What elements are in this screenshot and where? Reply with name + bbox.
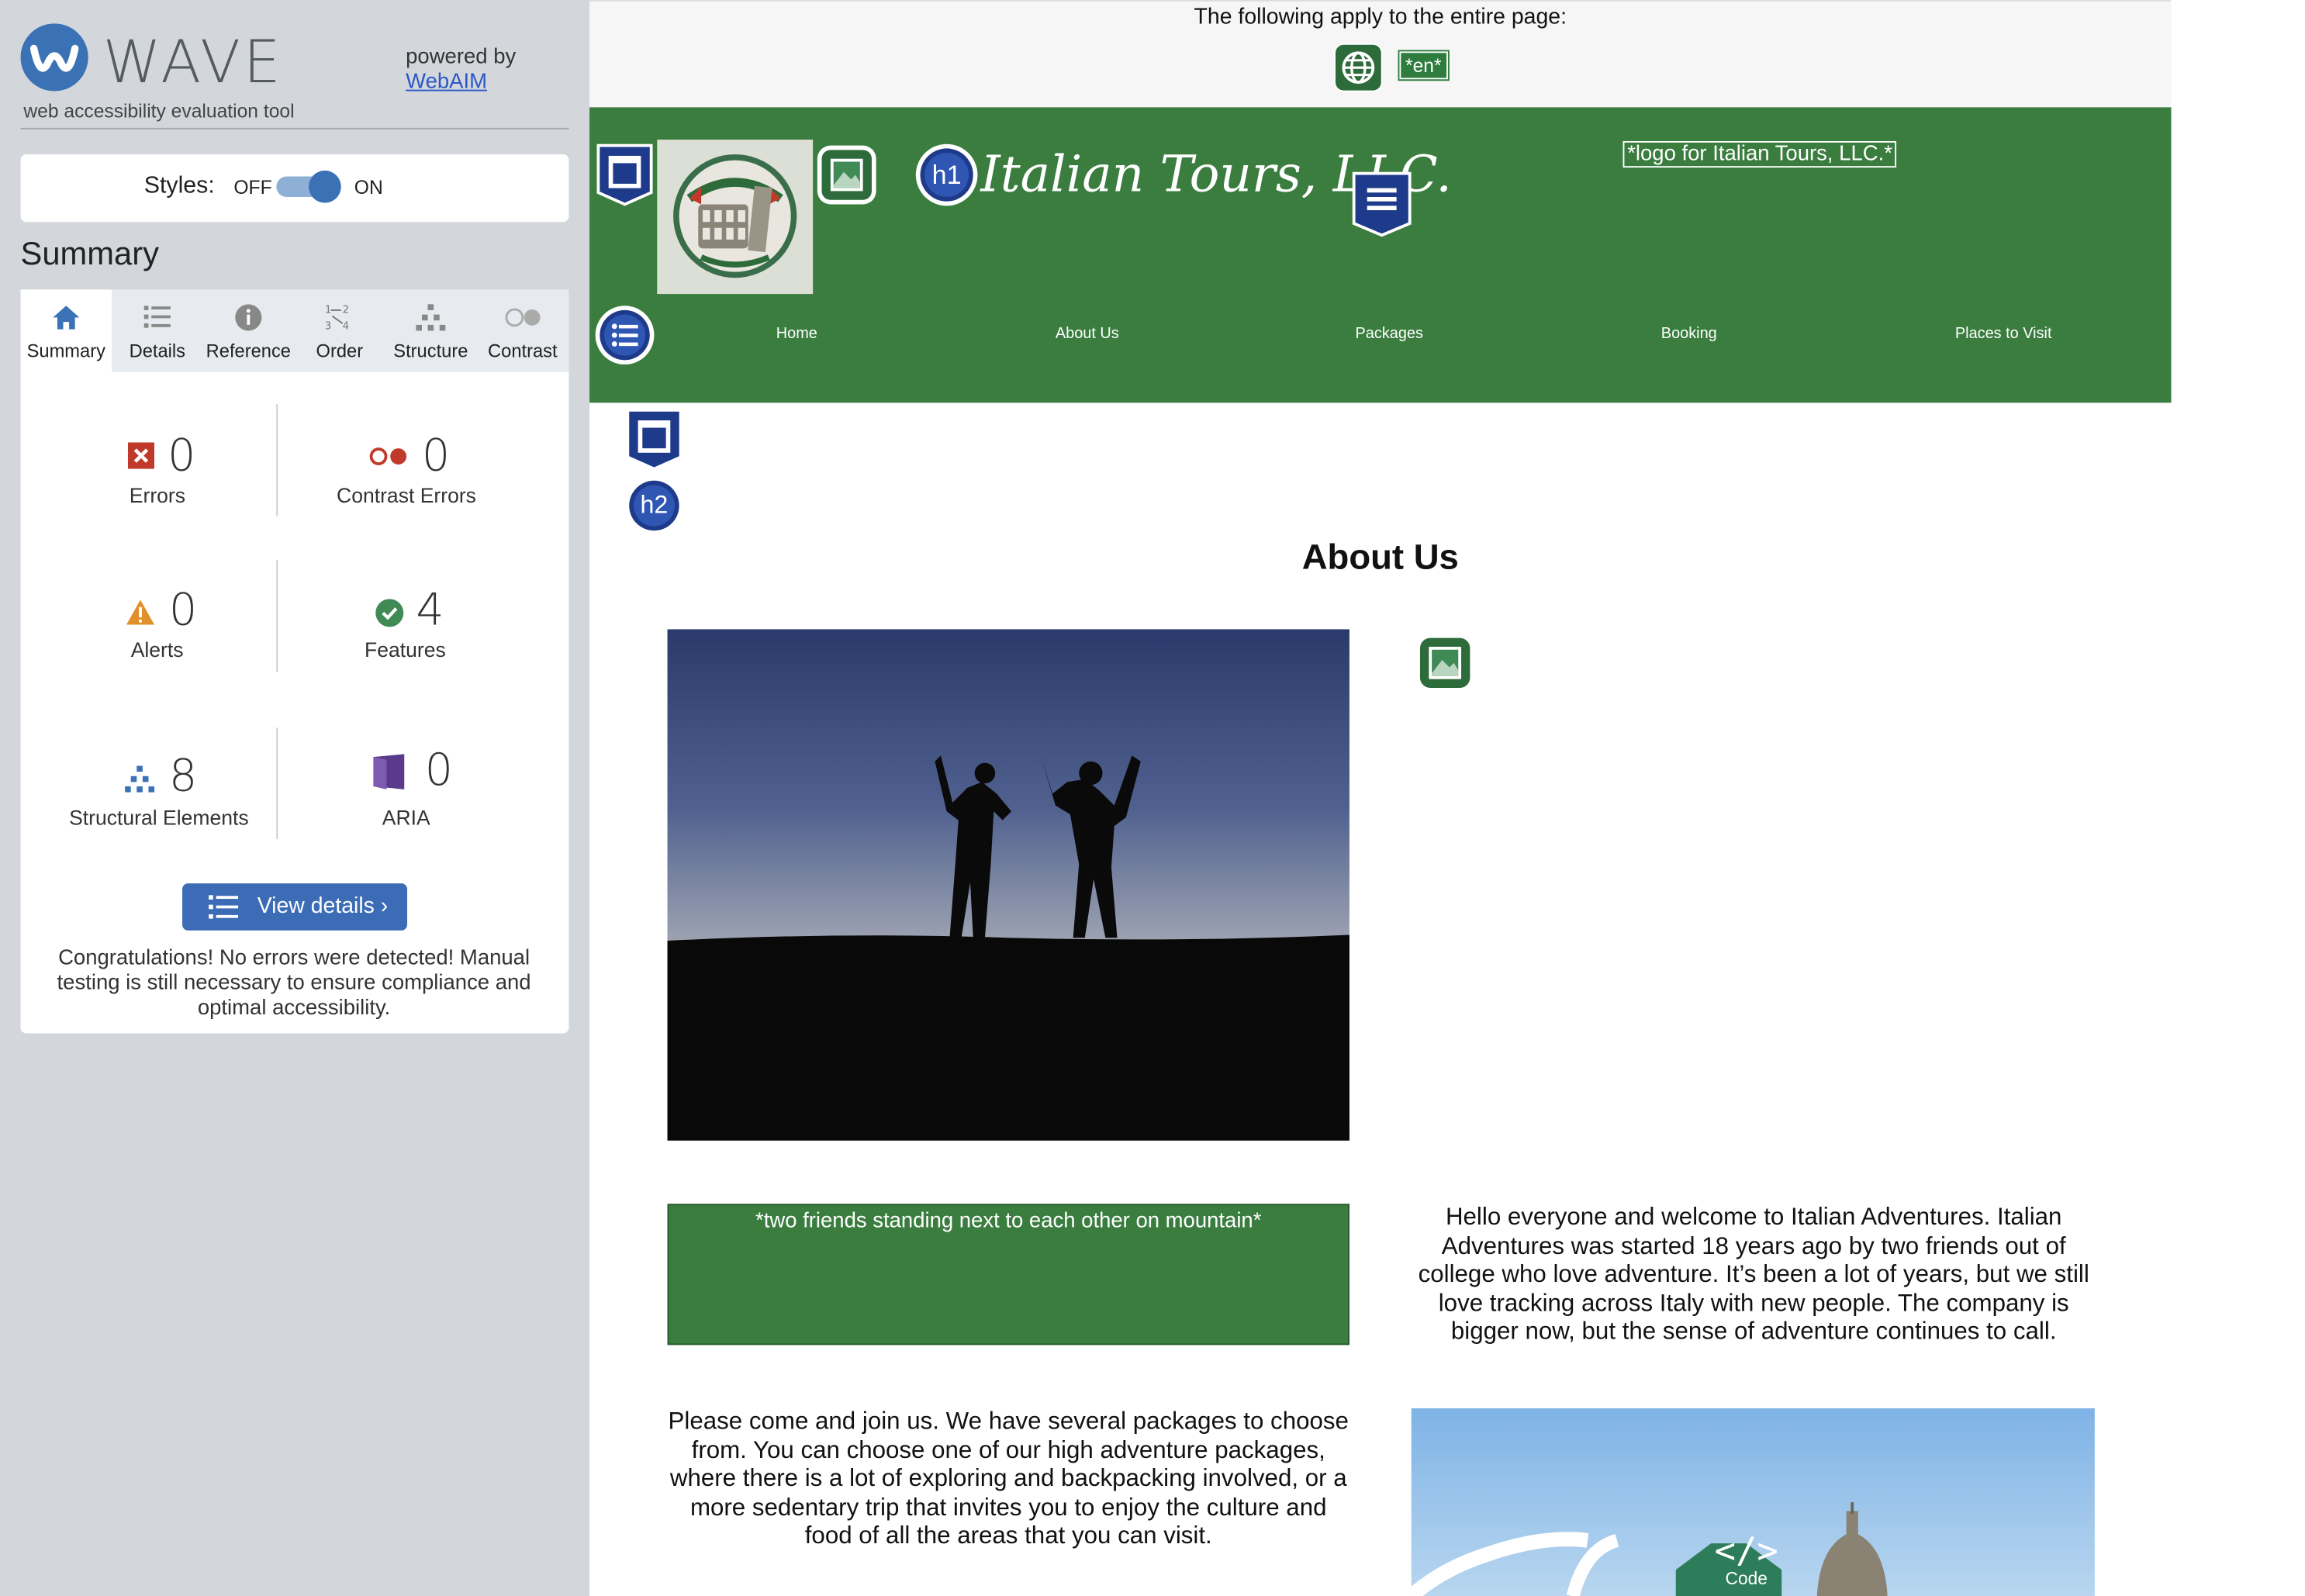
nav-booking[interactable]: Booking — [1661, 325, 1717, 343]
aria-icon — [373, 754, 405, 789]
svg-text:4: 4 — [343, 321, 349, 333]
page-level-notice: The following apply to the entire page: … — [589, 0, 2172, 108]
styles-toggle-panel: Styles: OFF ON — [20, 154, 569, 223]
image-alt-text: *two friends standing next to each other… — [755, 1209, 1262, 1234]
header-landmark-icon[interactable] — [596, 143, 655, 207]
svg-text:2: 2 — [343, 305, 349, 316]
navigation-icon[interactable] — [594, 304, 656, 366]
contrast-icon — [504, 308, 540, 327]
summary-heading: Summary — [20, 235, 159, 272]
tab-details[interactable]: Details — [112, 289, 203, 371]
svg-text:1: 1 — [325, 305, 331, 316]
home-icon — [53, 306, 80, 330]
info-icon — [235, 304, 262, 331]
code-bracket-icon: </> — [1714, 1530, 1778, 1572]
nav-about-us[interactable]: About Us — [1056, 325, 1119, 343]
styles-off-label: OFF — [233, 176, 272, 199]
structural-label: Structural Elements — [69, 805, 249, 830]
alerts-label: Alerts — [130, 637, 184, 662]
packages-paragraph: Please come and join us. We have several… — [668, 1408, 1349, 1550]
tab-label: Structure — [393, 340, 468, 362]
list-structure-icon[interactable] — [1351, 171, 1413, 238]
features-count: 4 — [416, 585, 444, 637]
sunset-silhouette-image — [667, 629, 1349, 1141]
styles-label: Styles: — [143, 173, 215, 199]
errors-count: 0 — [168, 430, 196, 482]
list-icon — [143, 306, 171, 328]
language-globe-icon[interactable] — [1333, 43, 1383, 92]
tab-label: Details — [129, 340, 186, 362]
page-notice-text: The following apply to the entire page: — [1194, 4, 1567, 29]
contrast-errors-label: Contrast Errors — [337, 483, 476, 507]
order-icon: 1 2 3 4 — [325, 305, 349, 333]
intro-paragraph: Hello everyone and welcome to Italian Ad… — [1418, 1204, 2089, 1346]
powered-by-label: powered by — [406, 45, 517, 70]
sidebar-tabs: Summary Details Reference 1 2 34 Order Str… — [20, 289, 569, 372]
contrast-error-icon — [369, 447, 407, 465]
tab-contrast[interactable]: Contrast — [476, 289, 568, 371]
stat-divider — [276, 560, 278, 672]
tab-label: Contrast — [488, 340, 558, 362]
summary-panel: 0 Errors 0 Contrast Errors 0 Alerts 4 Fe… — [20, 371, 569, 1034]
aria-label: ARIA — [382, 805, 430, 830]
code-badge-label: Code — [1725, 1568, 1768, 1589]
errors-label: Errors — [129, 483, 186, 507]
logo-alt-text: *logo for Italian Tours, LLC.* — [1622, 140, 1897, 168]
image-feature-icon[interactable] — [1419, 637, 1471, 689]
site-logo — [657, 140, 814, 295]
stat-divider — [276, 727, 278, 840]
styles-on-label: ON — [354, 176, 383, 199]
structure-elements-icon — [125, 765, 155, 793]
image-feature-icon[interactable] — [816, 144, 878, 206]
site-header: h1 Italian Tours, LLC. *logo for Italian… — [589, 107, 2172, 403]
tab-summary[interactable]: Summary — [20, 289, 112, 372]
nav-packages[interactable]: Packages — [1356, 325, 1423, 343]
tab-label: Summary — [26, 340, 105, 362]
feature-icon — [375, 599, 404, 627]
contrast-errors-count: 0 — [421, 430, 451, 482]
about-us-heading: About Us — [1301, 537, 1459, 578]
wave-sidebar: WAVE web accessibility evaluation tool p… — [0, 0, 590, 1596]
svg-text:3: 3 — [325, 321, 331, 333]
aria-count: 0 — [424, 744, 453, 797]
tab-label: Order — [316, 340, 364, 362]
colosseum-logo-icon — [673, 154, 797, 278]
wave-title: WAVE — [102, 29, 284, 98]
styles-toggle-knob[interactable] — [309, 170, 341, 203]
view-details-button[interactable]: View details › — [182, 883, 408, 931]
error-icon — [127, 442, 155, 469]
wave-subtitle: web accessibility evaluation tool — [23, 99, 295, 123]
features-label: Features — [365, 637, 446, 662]
alert-icon — [126, 599, 155, 625]
nav-home[interactable]: Home — [776, 325, 817, 343]
structural-count: 8 — [168, 751, 198, 803]
list-icon — [209, 895, 239, 919]
main-landmark-icon[interactable] — [625, 407, 684, 472]
code-badge: </> Code — [1676, 1532, 1817, 1591]
alerts-count: 0 — [168, 585, 198, 637]
webaim-link[interactable]: WebAIM — [406, 71, 487, 94]
congrats-message: Congratulations! No errors were detected… — [57, 946, 531, 1021]
stat-divider — [276, 404, 278, 516]
nav-places-to-visit[interactable]: Places to Visit — [1955, 325, 2052, 343]
structure-icon — [416, 304, 446, 331]
h2-badge-text: h2 — [633, 485, 675, 527]
view-details-label: View details › — [257, 893, 389, 919]
image-alt-text-box: *two friends standing next to each other… — [667, 1204, 1349, 1346]
wave-logo-icon — [20, 23, 88, 92]
tab-structure[interactable]: Structure — [385, 289, 477, 371]
tab-label: Reference — [206, 340, 291, 362]
rome-dome-image: </> Code — [1411, 1408, 2095, 1596]
language-value-badge: *en* — [1398, 50, 1450, 81]
tab-order[interactable]: 1 2 34 Order — [294, 289, 385, 371]
tab-reference[interactable]: Reference — [203, 289, 295, 371]
sidebar-divider — [20, 127, 569, 130]
friends-on-mountain-image — [667, 629, 1349, 1141]
h1-badge-text: h1 — [924, 153, 969, 197]
h1-heading-icon[interactable]: h1 — [915, 143, 978, 206]
h2-heading-icon[interactable]: h2 — [626, 478, 683, 534]
